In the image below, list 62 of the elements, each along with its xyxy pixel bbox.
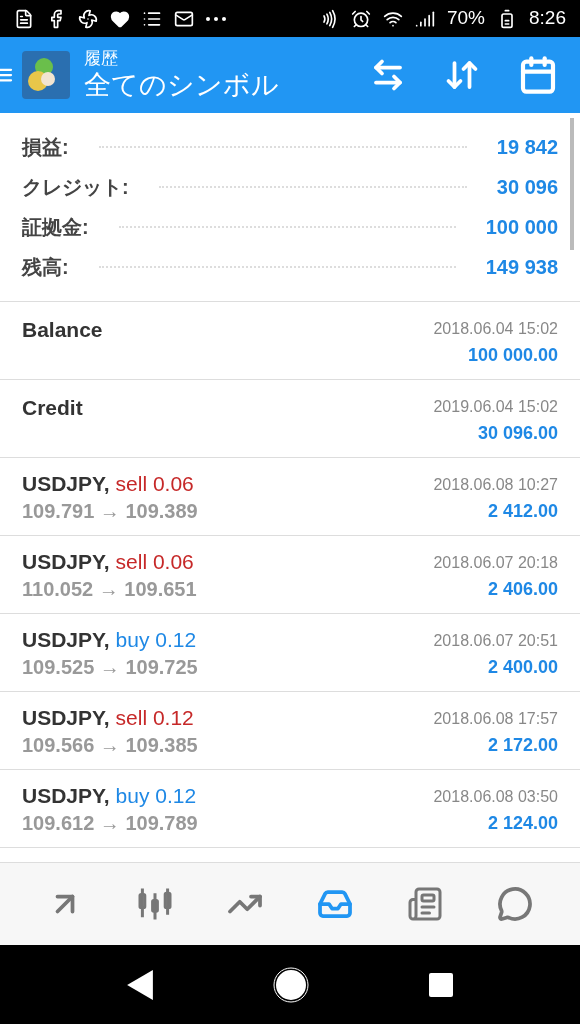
clock-text: 8:26 [529,6,566,31]
summary-label: 証拠金: [22,215,89,240]
symbol-text: USDJPY, [22,471,110,497]
calendar-icon[interactable] [518,55,558,95]
notification-icon [14,8,34,29]
header-subtitle: 履歴 [84,47,119,69]
more-icon [206,16,226,21]
price-text: 109.566 → 109.385 [22,733,198,758]
battery-text: 70% [447,6,485,31]
summary-value: 100 000 [485,215,558,240]
header-title: 全てのシンボル [84,68,279,102]
history-row[interactable]: USDJPY, sell 0.12 109.566 → 109.385 2018.06.08 17:57 2 172.00 [0,692,580,770]
home-icon[interactable] [273,966,309,1003]
history-row[interactable]: Credit 2019.06.04 15:02 30 096.00 [0,380,580,458]
summary-label: 残高: [22,255,69,280]
summary-value: 30 096 [496,175,558,200]
history-row[interactable]: USDJPY, buy 0.12 109.612 → 109.789 2018.06.08 03:50 2 124.00 [0,770,580,848]
symbol-text: USDJPY, [22,627,110,653]
history-row[interactable]: USDJPY, sell 0.06 110.052 → 109.651 2018.06.07 20:18 2 406.00 [0,536,580,614]
operation-title: Balance [22,317,103,343]
order-text: sell 0.12 [115,705,194,731]
summary-label: 損益: [22,135,69,160]
order-text: sell 0.06 [115,549,194,575]
summary-label: クレジット: [22,175,129,200]
history-row[interactable]: USDJPY, buy 0.12 109.525 → 109.725 2018.06.07 20:51 2 400.00 [0,614,580,692]
back-icon[interactable] [127,969,153,1000]
order-text: sell 0.06 [115,471,194,497]
symbol-text: USDJPY, [22,705,110,731]
time-text: 2018.06.07 20:51 [433,631,558,651]
price-text: 109.612 → 109.789 [22,811,198,836]
amount-text: 30 096.00 [477,422,558,445]
alarm-icon [351,8,371,29]
app-logo-icon [22,51,70,99]
price-text: 109.525 → 109.725 [22,655,198,680]
amount-text: 2 412.00 [487,500,558,523]
time-text: 2018.06.04 15:02 [433,319,558,339]
history-row[interactable]: USDJPY, sell 0.06 109.791 → 109.389 2018.06.08 10:27 2 412.00 [0,458,580,536]
amount-text: 2 124.00 [487,812,558,835]
summary-value: 149 938 [485,255,558,280]
time-text: 2018.06.07 20:18 [433,553,558,573]
order-text: buy 0.12 [115,783,197,809]
amount-text: 2 172.00 [487,734,558,757]
fan-icon [78,8,98,29]
recents-icon[interactable] [429,972,453,997]
amount-text: 2 406.00 [487,578,558,601]
newspaper-icon[interactable] [407,886,443,922]
history-row[interactable]: Balance 2018.06.04 15:02 100 000.00 [0,302,580,380]
summary-value: 19 842 [496,135,558,160]
chat-icon[interactable] [497,886,533,922]
symbol-text: USDJPY, [22,549,110,575]
order-text: buy 0.12 [115,627,197,653]
symbol-text: USDJPY, [22,783,110,809]
price-text: 109.791 → 109.389 [22,499,198,524]
time-text: 2018.06.08 17:57 [433,709,558,729]
heart-icon [110,8,130,29]
time-text: 2019.06.04 15:02 [433,397,558,417]
operation-title: Credit [22,395,83,421]
time-text: 2018.06.08 03:50 [433,787,558,807]
price-text: 110.052 → 109.651 [22,577,197,602]
amount-text: 100 000.00 [467,344,558,367]
amount-text: 2 400.00 [487,656,558,679]
time-text: 2018.06.08 10:27 [433,475,558,495]
